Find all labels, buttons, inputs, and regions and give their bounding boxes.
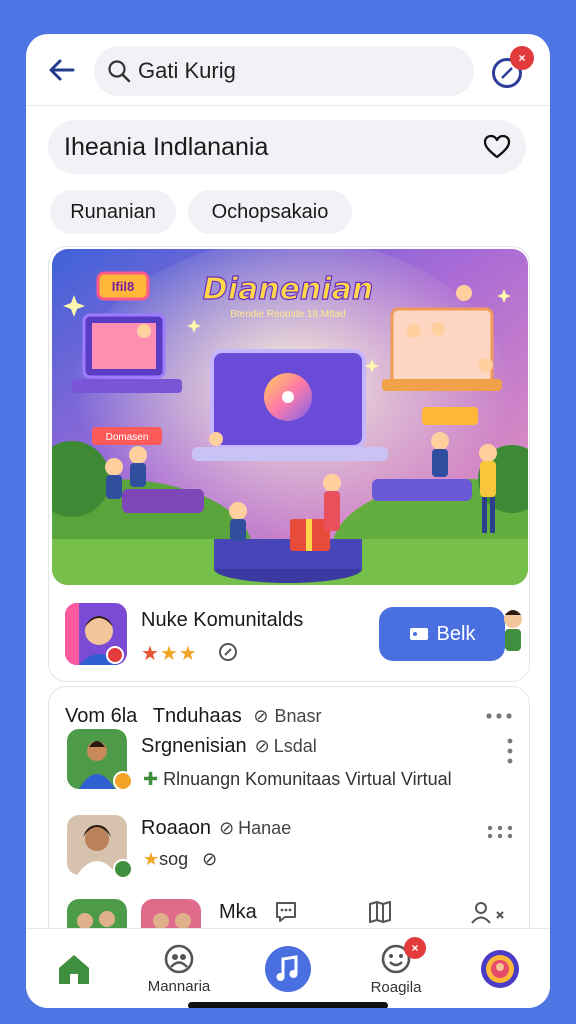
- book-icon[interactable]: [367, 899, 393, 925]
- search-icon: [108, 60, 131, 83]
- nav-profile[interactable]: [476, 929, 524, 1008]
- list-item-title: Mka: [219, 901, 257, 923]
- ticket-icon: [409, 628, 428, 640]
- chat-icon[interactable]: [273, 899, 299, 925]
- banner-sign-mid: Domasen: [106, 432, 149, 443]
- rating-stars: ★★★: [141, 643, 198, 665]
- page-title: Iheania Indlanania: [64, 132, 269, 161]
- creator-name: Nuke Komunitalds: [141, 609, 304, 631]
- home-indicator: [188, 1002, 388, 1008]
- community-list-card: Vom 6la Tnduhaas ⊘ Bnasr Srgnenisian ⊘ Lsda…: [48, 686, 530, 946]
- notification-badge: ×: [510, 46, 534, 70]
- nav-notification-badge: ×: [404, 937, 426, 959]
- list-header: Vom 6la Tnduhaas ⊘ Bnasr: [65, 705, 322, 727]
- home-icon: [59, 955, 89, 984]
- character-sticker-icon: [504, 610, 522, 651]
- list-header-left: Vom 6la: [65, 705, 138, 727]
- add-user-icon[interactable]: [469, 899, 505, 925]
- page-title-bar: Iheania Indlanania: [48, 120, 526, 174]
- more-vertical-icon[interactable]: [505, 737, 515, 765]
- profile-avatar-icon: [481, 950, 519, 988]
- list-item-title: Roaaon ⊘ Hanae: [141, 817, 292, 839]
- search-bar[interactable]: [94, 46, 474, 96]
- banner-sign-left: Ifil8: [112, 279, 134, 294]
- join-button-label: Belk: [436, 622, 476, 645]
- list-header-title: Tnduhaas: [152, 705, 242, 727]
- search-input[interactable]: [138, 58, 458, 84]
- featured-banner-image[interactable]: Ifil8 Domasen Dianenian Btendie Reomite …: [52, 249, 528, 585]
- music-icon: [265, 946, 311, 992]
- heart-icon[interactable]: [482, 132, 512, 162]
- status-badge: [113, 859, 133, 879]
- list-item-rating: ★sog ⊘: [143, 849, 218, 869]
- status-badge: [113, 771, 133, 791]
- arrow-left-icon: [49, 59, 75, 81]
- nav-community[interactable]: Mannaria: [136, 929, 222, 1008]
- filter-chip-2[interactable]: Ochopsakaio: [188, 190, 352, 234]
- featured-community-card[interactable]: Ifil8 Domasen Dianenian Btendie Reomite …: [48, 246, 530, 682]
- back-button[interactable]: [44, 52, 80, 88]
- community-icon: [164, 944, 194, 973]
- creator-avatar[interactable]: [65, 603, 127, 665]
- join-button[interactable]: Belk: [379, 607, 505, 661]
- nav-label-community: Mannaria: [147, 977, 211, 995]
- clock-icon: [219, 643, 237, 661]
- nav-label-reactions: Roagila: [370, 978, 422, 996]
- list-header-meta: Bnasr: [274, 706, 322, 726]
- nav-home[interactable]: [46, 929, 102, 1008]
- nav-music[interactable]: [262, 929, 314, 1008]
- bottom-navigation: Mannaria Roagila ×: [26, 928, 550, 1008]
- filter-chip-1[interactable]: Runanian: [50, 190, 176, 234]
- list-item-description: ✚ Rlnuangn Komunitaas Virtual Virtual: [143, 769, 452, 789]
- banner-subtitle: Btendie Reomite 18 Mttad: [230, 309, 346, 320]
- top-bar: ×: [26, 34, 550, 106]
- grid-options-icon[interactable]: [487, 825, 513, 839]
- more-options-icon[interactable]: [485, 711, 513, 721]
- banner-title: Dianenian: [203, 272, 373, 307]
- app-screen: × Iheania Indlanania Runanian Ochopsakai…: [26, 34, 550, 1008]
- list-item-title: Srgnenisian ⊘ Lsdal: [141, 735, 317, 757]
